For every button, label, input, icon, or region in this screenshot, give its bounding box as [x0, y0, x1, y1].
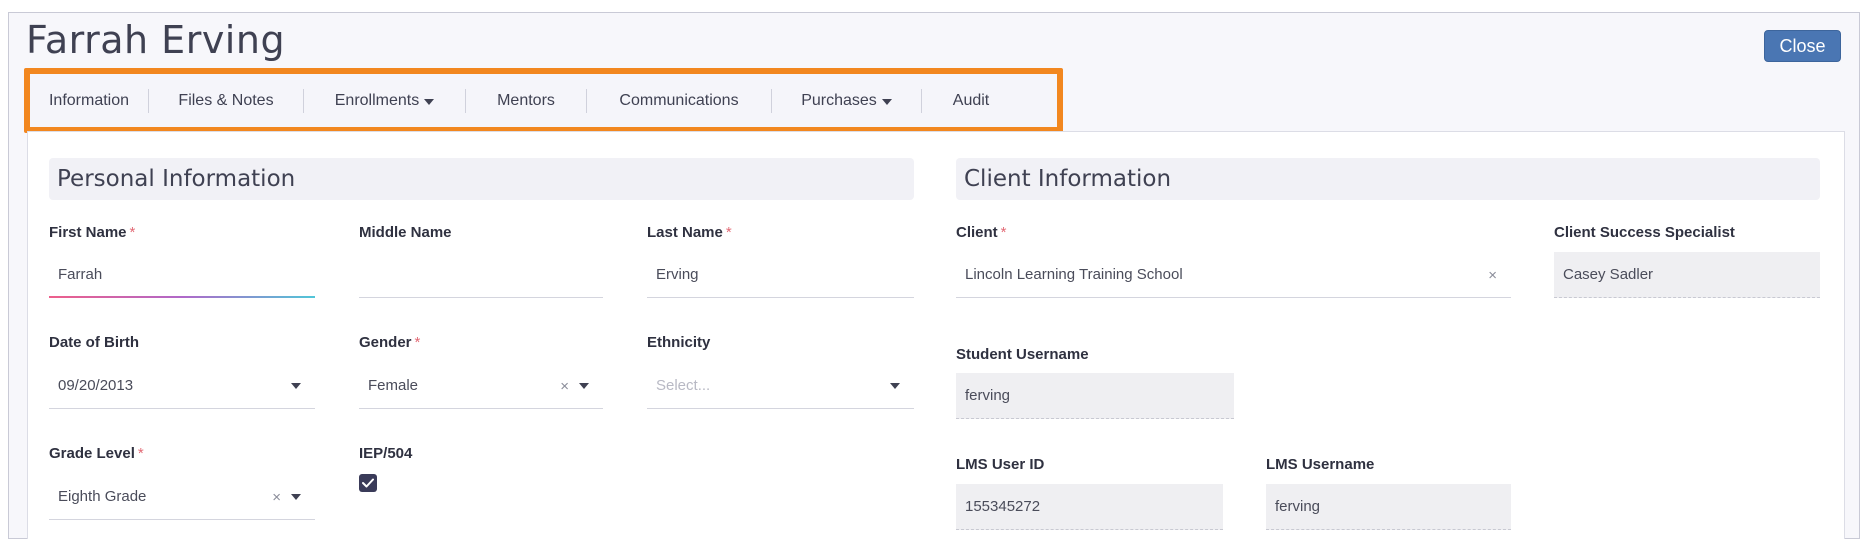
chevron-down-icon[interactable]	[291, 383, 301, 389]
label-text: Gender	[359, 334, 412, 351]
first-name-input[interactable]: Farrah	[49, 252, 315, 298]
tab-communications[interactable]: Communications	[587, 74, 771, 127]
field-icons	[890, 363, 900, 409]
tab-purchases[interactable]: Purchases	[772, 74, 921, 127]
client-success-specialist-label: Client Success Specialist	[1554, 224, 1735, 241]
first-name-value: Farrah	[58, 265, 103, 283]
chevron-down-icon[interactable]	[890, 383, 900, 389]
tab-audit[interactable]: Audit	[922, 74, 1020, 127]
iep-504-label: IEP/504	[359, 445, 413, 462]
tab-label: Information	[48, 91, 130, 109]
field-icons: ×	[1488, 252, 1497, 298]
student-username-value: ferving	[965, 387, 1011, 404]
tab-bar: Information Files & Notes Enrollments Me…	[30, 74, 1057, 127]
page-title: Farrah Erving	[26, 18, 286, 62]
iep-504-checkbox[interactable]	[359, 474, 377, 492]
middle-name-label: Middle Name	[359, 224, 452, 241]
tab-enrollments[interactable]: Enrollments	[304, 74, 465, 127]
tab-information[interactable]: Information	[30, 74, 148, 127]
client-information-header: Client Information	[956, 158, 1820, 200]
personal-information-header: Personal Information	[49, 158, 914, 200]
last-name-value: Erving	[656, 266, 699, 283]
required-marker: *	[137, 445, 144, 462]
label-text: Last Name	[647, 224, 723, 241]
chevron-down-icon[interactable]	[291, 494, 301, 500]
grade-level-select[interactable]: Eighth Grade ×	[49, 474, 315, 520]
tab-label: Files & Notes	[178, 91, 274, 109]
lms-username-value: ferving	[1275, 498, 1321, 515]
lms-user-id-value: 155345272	[965, 498, 1041, 515]
student-username-label: Student Username	[956, 346, 1089, 363]
clear-icon[interactable]: ×	[1488, 268, 1497, 283]
client-success-specialist-field: Casey Sadler	[1554, 252, 1820, 298]
label-text: First Name	[49, 224, 127, 241]
clear-icon[interactable]: ×	[272, 490, 281, 505]
label-text: Grade Level	[49, 445, 135, 462]
last-name-input[interactable]: Erving	[647, 252, 914, 298]
lms-username-label: LMS Username	[1266, 456, 1375, 473]
chevron-down-icon	[424, 98, 435, 105]
lms-username-field: ferving	[1266, 484, 1511, 530]
chevron-down-icon	[881, 98, 892, 105]
field-icons: ×	[560, 363, 589, 409]
required-marker: *	[725, 224, 732, 241]
student-username-field: ferving	[956, 373, 1234, 419]
chevron-down-icon[interactable]	[579, 383, 589, 389]
tab-label: Mentors	[497, 91, 555, 109]
date-of-birth-value: 09/20/2013	[58, 377, 134, 394]
ethnicity-placeholder: Select...	[656, 377, 711, 394]
tab-mentors[interactable]: Mentors	[466, 74, 586, 127]
close-button[interactable]: Close	[1764, 30, 1841, 62]
required-marker: *	[1000, 224, 1007, 241]
middle-name-input[interactable]	[359, 252, 603, 298]
gender-label: Gender *	[359, 334, 420, 351]
client-success-specialist-value: Casey Sadler	[1563, 266, 1654, 283]
tab-label: Communications	[619, 91, 739, 109]
date-of-birth-label: Date of Birth	[49, 334, 139, 351]
first-name-label: First Name *	[49, 224, 135, 241]
lms-user-id-label: LMS User ID	[956, 456, 1045, 473]
field-icons: ×	[272, 474, 301, 520]
tab-label: Enrollments	[334, 91, 420, 109]
gender-value: Female	[368, 377, 419, 394]
client-select[interactable]: Lincoln Learning Training School ×	[956, 252, 1511, 298]
field-icons	[291, 363, 301, 409]
grade-level-label: Grade Level *	[49, 445, 144, 462]
ethnicity-label: Ethnicity	[647, 334, 711, 351]
required-marker: *	[129, 224, 136, 241]
clear-icon[interactable]: ×	[560, 379, 569, 394]
ethnicity-select[interactable]: Select...	[647, 363, 914, 409]
lms-user-id-field: 155345272	[956, 484, 1223, 530]
gender-select[interactable]: Female ×	[359, 363, 603, 409]
date-of-birth-select[interactable]: 09/20/2013	[49, 363, 315, 409]
last-name-label: Last Name *	[647, 224, 732, 241]
tab-files-notes[interactable]: Files & Notes	[149, 74, 303, 127]
required-marker: *	[414, 334, 421, 351]
grade-level-value: Eighth Grade	[58, 488, 147, 505]
label-text: Client	[956, 224, 998, 241]
tab-label: Audit	[952, 91, 990, 109]
client-label: Client *	[956, 224, 1007, 241]
tab-label: Purchases	[801, 91, 877, 109]
client-value: Lincoln Learning Training School	[965, 266, 1183, 283]
check-icon	[362, 478, 374, 488]
